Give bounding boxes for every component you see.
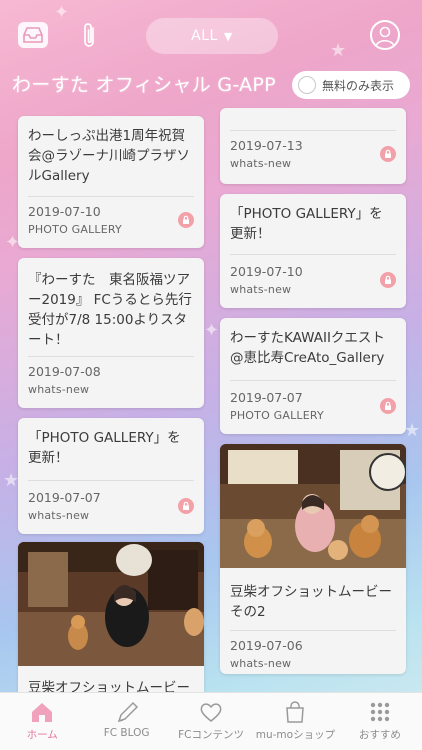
card-category: PHOTO GALLERY	[230, 409, 324, 422]
card-date: 2019-07-10	[230, 264, 303, 279]
bottom-tab-bar: ホーム FC BLOG FCコンテンツ mu-moショップ おすすめ	[0, 692, 422, 750]
card-date: 2019-07-10	[28, 204, 101, 219]
card-divider	[28, 356, 194, 357]
category-filter-dropdown[interactable]: ALL ▼	[146, 18, 278, 54]
app-header: ALL ▼	[0, 0, 422, 64]
tab-mu-mo-shop[interactable]: mu-moショップ	[253, 693, 337, 750]
lock-icon	[178, 498, 194, 514]
pen-icon	[112, 699, 142, 725]
card-thumbnail	[18, 542, 204, 666]
card-divider	[28, 480, 194, 481]
user-profile-button[interactable]	[370, 20, 400, 50]
card-title: 『わーすた 東名阪福ツアー2019』 FCうるとら先行受付が7/8 15:00よ…	[28, 272, 192, 348]
card-title: 「PHOTO GALLERY」を更新！	[28, 430, 181, 466]
user-icon	[375, 26, 395, 47]
card-date: 2019-07-07	[28, 490, 101, 505]
tab-label: FC BLOG	[103, 727, 150, 739]
card-date: 2019-07-13	[230, 138, 303, 153]
tab-fc-contents[interactable]: FCコンテンツ	[169, 693, 253, 750]
news-card[interactable]: 「PHOTO GALLERY」を更新！ 2019-07-07 whats-new	[18, 418, 204, 534]
heart-icon	[196, 699, 226, 725]
free-only-label: 無料のみ表示	[322, 78, 395, 93]
card-divider	[230, 630, 396, 631]
grid-icon	[365, 699, 395, 725]
app-title: わーすた オフィシャル G-APP	[12, 74, 276, 96]
tab-fc-blog[interactable]: FC BLOG	[84, 693, 168, 750]
news-card[interactable]: わーすたKAWAIIクエスト@恵比寿CreAto_Gallery 2019-07…	[220, 318, 406, 434]
news-card[interactable]: わーしっぷ出港1周年祝賀会@ラゾーナ川崎プラザソルGallery 2019-07…	[18, 116, 204, 248]
filter-label: ALL	[191, 28, 218, 44]
news-card[interactable]: 豆柴オフショットムービーその2 2019-07-06 whats-new	[220, 444, 406, 674]
card-category: PHOTO GALLERY	[28, 223, 122, 236]
card-category: whats-new	[230, 283, 292, 296]
lock-icon	[178, 212, 194, 228]
news-card[interactable]: 「PHOTO GALLERY」を更新！ 2019-07-10 whats-new	[220, 194, 406, 308]
sparkle-decoration: ★	[3, 470, 20, 491]
card-category: whats-new	[230, 657, 292, 670]
card-title: わーしっぷ出港1周年祝賀会@ラゾーナ川崎プラザソルGallery	[28, 128, 190, 184]
tab-label: mu-moショップ	[255, 729, 336, 741]
lock-icon	[380, 398, 396, 414]
inbox-button[interactable]	[18, 22, 48, 48]
lock-icon	[380, 272, 396, 288]
shopping-bag-icon	[280, 699, 310, 725]
home-icon	[27, 699, 57, 725]
news-card[interactable]: 『わーすた 東名阪福ツアー2019』 FCうるとら先行受付が7/8 15:00よ…	[18, 258, 204, 408]
attachment-button[interactable]	[80, 22, 100, 50]
lock-icon	[380, 146, 396, 162]
card-thumbnail	[220, 444, 406, 568]
card-divider	[230, 130, 396, 131]
tab-recommended[interactable]: おすすめ	[338, 693, 422, 750]
card-category: whats-new	[28, 509, 90, 522]
paperclip-icon	[84, 23, 94, 47]
caret-down-icon: ▼	[223, 29, 233, 43]
news-card[interactable]: 豆柴オフショットムービー	[18, 542, 204, 702]
sparkle-decoration: ★	[404, 420, 421, 441]
card-title: 豆柴オフショットムービーその2	[230, 584, 392, 620]
tab-label: おすすめ	[358, 729, 401, 741]
card-date: 2019-07-08	[28, 364, 101, 379]
card-date: 2019-07-06	[230, 638, 303, 653]
card-divider	[230, 380, 396, 381]
tab-label: FCコンテンツ	[178, 729, 244, 741]
news-card[interactable]: 2019-07-13 whats-new	[220, 108, 406, 184]
card-date: 2019-07-07	[230, 390, 303, 405]
card-divider	[28, 196, 194, 197]
toggle-radio[interactable]	[298, 76, 316, 94]
card-title: 「PHOTO GALLERY」を更新！	[230, 206, 383, 242]
card-category: whats-new	[230, 157, 292, 170]
card-divider	[230, 254, 396, 255]
inbox-icon	[23, 27, 43, 43]
card-title: わーすたKAWAIIクエスト@恵比寿CreAto_Gallery	[230, 330, 385, 366]
sparkle-decoration: ✦	[204, 320, 220, 341]
card-category: whats-new	[28, 383, 90, 396]
tab-label: ホーム	[26, 729, 58, 741]
free-only-toggle[interactable]: 無料のみ表示	[292, 71, 410, 99]
tab-home[interactable]: ホーム	[0, 693, 84, 750]
